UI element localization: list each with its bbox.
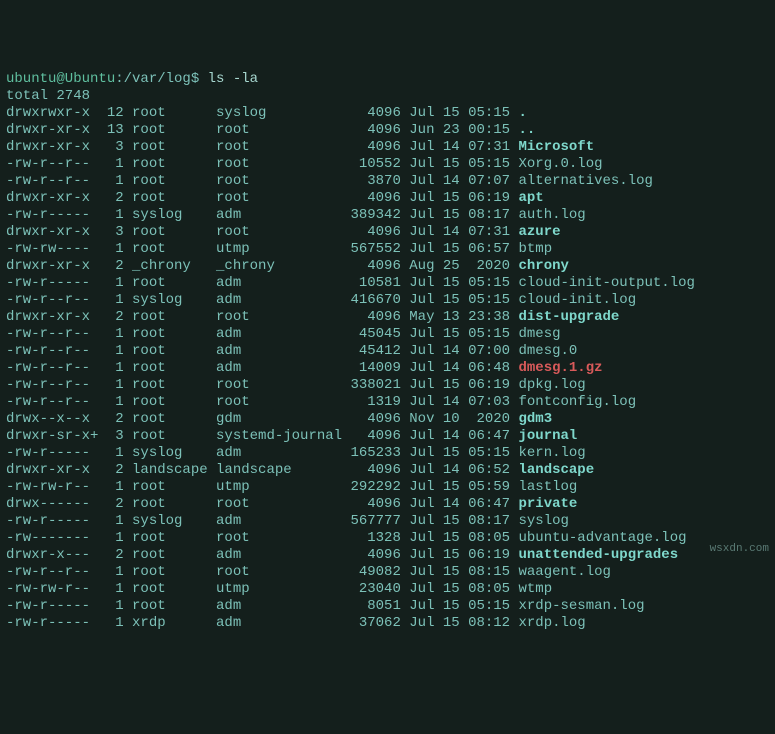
listing-row: -rw-r--r-- 1 root adm 45045 Jul 15 05:15… [6, 326, 769, 343]
listing-row: -rw-r--r-- 1 root root 3870 Jul 14 07:07… [6, 173, 769, 190]
listing-row: -rw-rw-r-- 1 root utmp 292292 Jul 15 05:… [6, 479, 769, 496]
listing-row: drwxr-xr-x 2 root root 4096 Jul 15 06:19… [6, 190, 769, 207]
entry-name: unattended-upgrades [518, 547, 678, 563]
listing-row: -rw-r--r-- 1 root root 49082 Jul 15 08:1… [6, 564, 769, 581]
entry-name: dpkg.log [518, 377, 585, 393]
listing-row: -rw-r----- 1 root adm 8051 Jul 15 05:15 … [6, 598, 769, 615]
entry-name: fontconfig.log [518, 394, 636, 410]
listing-row: -rw-r----- 1 root adm 10581 Jul 15 05:15… [6, 275, 769, 292]
entry-name: alternatives.log [518, 173, 652, 189]
listing-row: -rw-r--r-- 1 root root 1319 Jul 14 07:03… [6, 394, 769, 411]
entry-name: Xorg.0.log [518, 156, 602, 172]
entry-name: dmesg [518, 326, 560, 342]
entry-name: wtmp [518, 581, 552, 597]
listing-row: -rw-r--r-- 1 syslog adm 416670 Jul 15 05… [6, 292, 769, 309]
listing-row: drwxr-xr-x 2 landscape landscape 4096 Ju… [6, 462, 769, 479]
listing-row: -rw-r----- 1 syslog adm 567777 Jul 15 08… [6, 513, 769, 530]
listing-row: drwxr-sr-x+ 3 root systemd-journal 4096 … [6, 428, 769, 445]
listing-row: -rw-r--r-- 1 root root 338021 Jul 15 06:… [6, 377, 769, 394]
listing-row: drwxr-xr-x 13 root root 4096 Jun 23 00:1… [6, 122, 769, 139]
entry-name: dmesg.1.gz [518, 360, 602, 376]
entry-name: landscape [518, 462, 594, 478]
entry-name: cloud-init-output.log [518, 275, 694, 291]
entry-name: cloud-init.log [518, 292, 636, 308]
listing-row: -rw-r--r-- 1 root adm 45412 Jul 14 07:00… [6, 343, 769, 360]
command-text: ls -la [208, 71, 258, 87]
entry-name: gdm3 [518, 411, 552, 427]
entry-name: dist-upgrade [518, 309, 619, 325]
entry-name: kern.log [518, 445, 585, 461]
listing-row: -rw-r----- 1 syslog adm 165233 Jul 15 05… [6, 445, 769, 462]
entry-name: apt [518, 190, 543, 206]
entry-name: syslog [518, 513, 568, 529]
listing-row: -rw-r--r-- 1 root root 10552 Jul 15 05:1… [6, 156, 769, 173]
entry-name: xrdp.log [518, 615, 585, 631]
listing-row: drwx------ 2 root root 4096 Jul 14 06:47… [6, 496, 769, 513]
entry-name: xrdp-sesman.log [518, 598, 644, 614]
entry-name: azure [518, 224, 560, 240]
entry-name: dmesg.0 [518, 343, 577, 359]
entry-name: btmp [518, 241, 552, 257]
prompt-path: /var/log [124, 71, 191, 87]
prompt-sep: : [115, 71, 123, 87]
listing-row: drwxrwxr-x 12 root syslog 4096 Jul 15 05… [6, 105, 769, 122]
listing-row: drwxr-xr-x 2 root root 4096 May 13 23:38… [6, 309, 769, 326]
entry-name: chrony [518, 258, 568, 274]
prompt-user: ubuntu@Ubuntu [6, 71, 115, 87]
entry-name: auth.log [518, 207, 585, 223]
listing-row: drwx--x--x 2 root gdm 4096 Nov 10 2020 g… [6, 411, 769, 428]
listing-row: -rw-r--r-- 1 root adm 14009 Jul 14 06:48… [6, 360, 769, 377]
entry-name: private [518, 496, 577, 512]
listing-row: drwxr-x--- 2 root adm 4096 Jul 15 06:19 … [6, 547, 769, 564]
listing-row: -rw-rw-r-- 1 root utmp 23040 Jul 15 08:0… [6, 581, 769, 598]
entry-name: . [518, 105, 526, 121]
entry-name: lastlog [518, 479, 577, 495]
entry-name: waagent.log [518, 564, 610, 580]
listing-row: -rw-r----- 1 xrdp adm 37062 Jul 15 08:12… [6, 615, 769, 632]
listing-row: -rw-r----- 1 syslog adm 389342 Jul 15 08… [6, 207, 769, 224]
terminal[interactable]: ubuntu@Ubuntu:/var/log$ ls -la total 274… [6, 71, 769, 632]
entry-name: ubuntu-advantage.log [518, 530, 686, 546]
entry-name: journal [518, 428, 577, 444]
entry-name: .. [518, 122, 535, 138]
listing-row: drwxr-xr-x 2 _chrony _chrony 4096 Aug 25… [6, 258, 769, 275]
watermark: wsxdn.com [710, 541, 769, 558]
listing-row: drwxr-xr-x 3 root root 4096 Jul 14 07:31… [6, 139, 769, 156]
listing-row: -rw-rw---- 1 root utmp 567552 Jul 15 06:… [6, 241, 769, 258]
listing-row: drwxr-xr-x 3 root root 4096 Jul 14 07:31… [6, 224, 769, 241]
listing: drwxrwxr-x 12 root syslog 4096 Jul 15 05… [6, 105, 769, 632]
prompt-dollar: $ [191, 71, 208, 87]
listing-row: -rw------- 1 root root 1328 Jul 15 08:05… [6, 530, 769, 547]
entry-name: Microsoft [518, 139, 594, 155]
total-line: total 2748 [6, 88, 90, 104]
